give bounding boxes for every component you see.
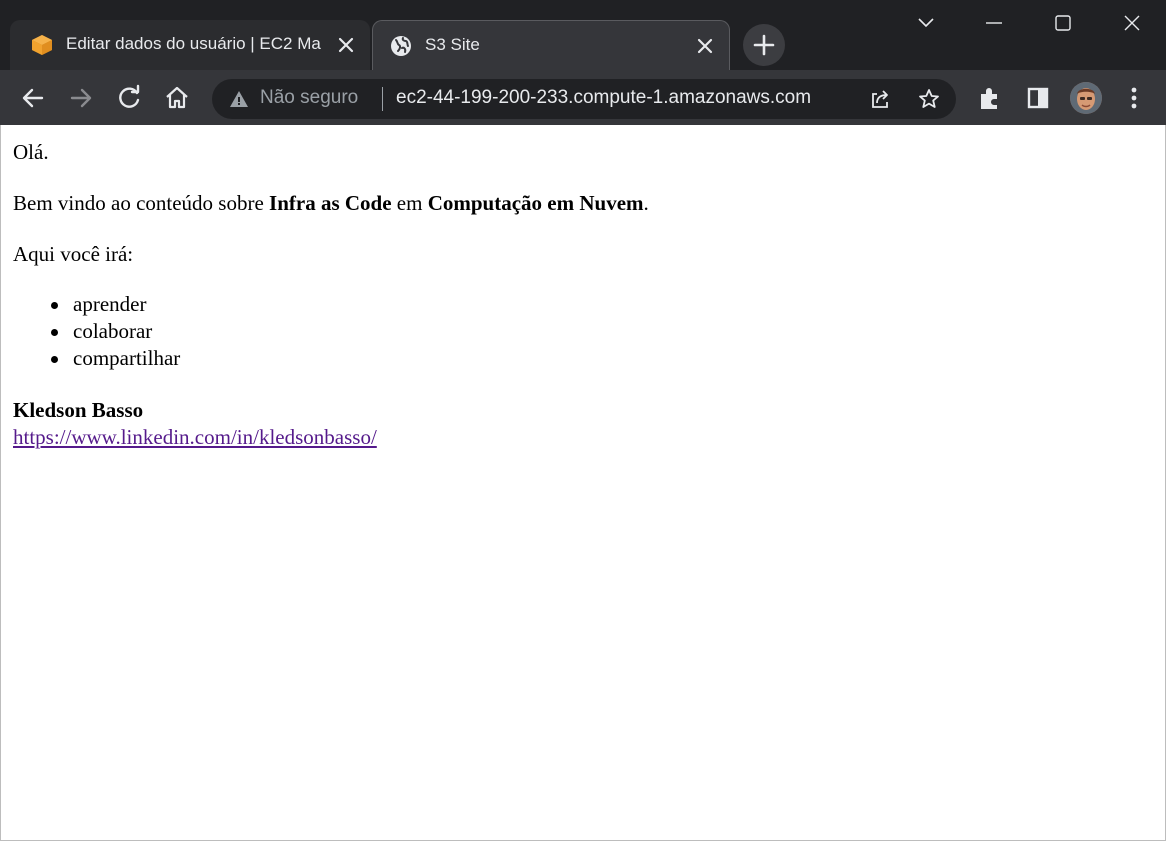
new-tab-button[interactable] [743,24,785,66]
security-status-label[interactable]: Não seguro [260,87,358,109]
list-item: compartilhar [50,346,181,370]
back-arrow-icon[interactable] [17,82,49,114]
welcome-paragraph: Bem vindo ao conteúdo sobre Infra as Cod… [13,190,649,217]
avatar-face-icon [1070,82,1102,114]
aws-cube-icon [32,35,52,55]
welcome-suffix: . [643,191,649,215]
activities-list: aprender colaborar compartilhar [50,291,181,372]
topic-infra-as-code: Infra as Code [269,191,392,215]
globe-icon [391,36,411,56]
tab-s3-site[interactable]: S3 Site [372,20,730,70]
welcome-middle: em [391,191,428,215]
profile-avatar[interactable] [1070,82,1102,114]
topic-cloud-computing: Computação em Nuvem [427,191,644,215]
greeting-text: Olá. [13,140,49,164]
forward-arrow-icon[interactable] [65,82,97,114]
close-tab-icon[interactable] [695,36,715,56]
address-bar[interactable]: Não seguro ec2-44-199-200-233.compute-1.… [212,79,956,119]
author-name: Kledson Basso [13,398,144,422]
home-icon[interactable] [161,82,193,114]
url-text[interactable]: ec2-44-199-200-233.compute-1.amazonaws.c… [396,87,811,109]
browser-chrome: Editar dados do usuário | EC2 Ma S3 Site [0,0,1166,125]
maximize-icon[interactable] [1043,8,1083,38]
bookmark-star-icon[interactable] [917,87,941,111]
plus-icon [753,34,775,56]
minimize-icon[interactable] [974,8,1014,38]
reload-icon[interactable] [113,82,145,114]
linkedin-link[interactable]: https://www.linkedin.com/in/kledsonbasso… [13,425,377,449]
close-window-icon[interactable] [1112,8,1152,38]
welcome-prefix: Bem vindo ao conteúdo sobre [13,191,270,215]
list-item: colaborar [50,318,180,345]
intro-text: Aqui você irá: [13,242,134,266]
tab-ec2-user-data[interactable]: Editar dados do usuário | EC2 Ma [10,20,370,70]
warning-icon[interactable] [228,88,250,110]
tab-title: S3 Site [425,35,480,54]
close-tab-icon[interactable] [336,35,356,55]
tab-search-chevron-icon[interactable] [906,8,946,38]
omnibox-divider [382,87,383,111]
menu-kebab-icon[interactable] [1119,83,1149,113]
list-item: aprender [50,291,180,318]
tab-strip: Editar dados do usuário | EC2 Ma S3 Site [0,0,1166,70]
tab-title: Editar dados do usuário | EC2 Ma [66,34,321,53]
share-icon[interactable] [868,87,892,111]
extensions-puzzle-icon[interactable] [975,83,1005,113]
side-panel-icon[interactable] [1023,83,1053,113]
page-content: Olá. Bem vindo ao conteúdo sobre Infra a… [0,125,1166,841]
browser-toolbar: Não seguro ec2-44-199-200-233.compute-1.… [0,70,1166,125]
author-block: Kledson Basso https://www.linkedin.com/i… [13,397,377,451]
